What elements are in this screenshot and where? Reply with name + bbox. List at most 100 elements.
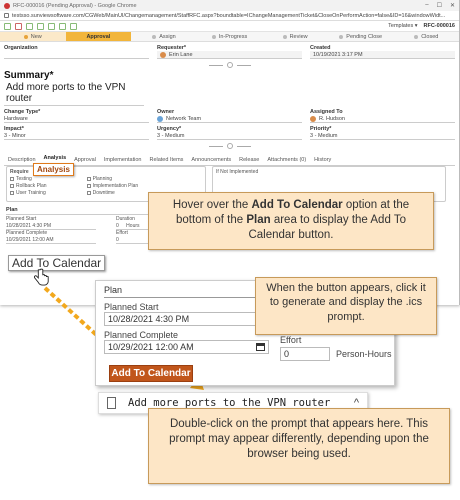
step-pending-close[interactable]: Pending Close (327, 32, 394, 41)
tab-attachments[interactable]: Attachments (0) (267, 157, 306, 165)
owner-select[interactable]: Network Team (157, 115, 302, 123)
browser-window: RFC-000016 (Pending Approval) - Google C… (0, 0, 460, 305)
step-dot-icon (282, 34, 287, 39)
team-icon (157, 115, 163, 122)
instruction-callout-prompt: Double-click on the prompt that appears … (148, 408, 450, 484)
calendar-icon[interactable] (256, 343, 265, 351)
zoom-effort-unit: Person-Hours (336, 349, 392, 359)
print-icon[interactable] (37, 22, 44, 30)
planned-start-input[interactable]: 10/28/2021 4:30 PM (6, 222, 96, 230)
title-bar: RFC-000016 (Pending Approval) - Google C… (0, 0, 459, 11)
close-icon[interactable]: ✕ (450, 2, 455, 9)
checkbox-training[interactable]: User Training (10, 190, 47, 196)
step-dot-icon (211, 34, 216, 39)
section-separator[interactable] (4, 143, 455, 149)
summary-input[interactable]: Add more ports to the VPN router (4, 81, 144, 106)
maximize-icon[interactable]: ☐ (437, 2, 442, 9)
email-icon[interactable] (48, 22, 55, 30)
not-implemented-label: If Not Implemented (216, 169, 259, 175)
impact-select[interactable]: 3 - Minor (4, 132, 149, 140)
summary-label: Summary* (4, 70, 54, 81)
step-approval[interactable]: Approval (65, 32, 132, 41)
tab-announcements[interactable]: Announcements (191, 157, 231, 165)
add-to-calendar-link[interactable]: Add To Calendar (8, 255, 106, 271)
change-type-select[interactable]: Hardware (4, 115, 149, 123)
organization-field[interactable] (4, 51, 149, 59)
planned-complete-input[interactable]: 10/29/2021 12:00 AM (6, 236, 96, 244)
window-controls: – ☐ ✕ (425, 2, 455, 9)
app-icon (4, 2, 10, 9)
tab-implementation[interactable]: Implementation (104, 157, 142, 165)
step-dot-icon (339, 34, 344, 39)
rfc-form: Organization Requester* Erin Lane Created… (0, 42, 459, 166)
user-icon (160, 51, 166, 58)
effort-value: 0 (116, 236, 119, 243)
assigned-value: R. Hudson (319, 115, 345, 122)
duration-unit: Hours (126, 222, 140, 229)
templates-menu[interactable]: Templates ▾ (388, 23, 417, 29)
tab-approval[interactable]: Approval (74, 157, 96, 165)
owner-value: Network Team (166, 115, 202, 122)
created-value: 10/19/2021 3:17 PM (313, 51, 363, 58)
analysis-highlight: Analysis (33, 163, 74, 176)
zoom-effort-input[interactable]: 0 (280, 347, 330, 361)
step-label: Pending Close (346, 33, 383, 40)
zoom-complete-input[interactable]: 10/29/2021 12:00 AM (104, 340, 269, 354)
step-label: Closed (421, 33, 439, 40)
tab-description[interactable]: Description (8, 157, 36, 165)
urgency-select[interactable]: 3 - Medium (157, 132, 302, 140)
tab-related-items[interactable]: Related Items (149, 157, 183, 165)
step-in-progress[interactable]: In-Progress (196, 32, 263, 41)
step-closed[interactable]: Closed (393, 32, 459, 41)
change-type-value: Hardware (4, 115, 28, 122)
document-icon (107, 397, 116, 409)
checkbox-rollback[interactable]: Rollback Plan (10, 183, 47, 189)
minimize-icon[interactable]: – (425, 2, 428, 9)
tab-release[interactable]: Release (239, 157, 259, 165)
collapse-icon (226, 62, 233, 68)
url-text[interactable]: testsso.sunviewsoftware.com/CGWeb/MainUI… (12, 13, 455, 19)
add-to-calendar-button[interactable]: Add To Calendar (109, 365, 193, 382)
planned-complete-value: 10/29/2021 12:00 AM (6, 236, 54, 243)
priority-value: 3 - Medium (310, 132, 338, 139)
tab-history[interactable]: History (314, 157, 331, 165)
instruction-callout-click: When the button appears, click it to gen… (255, 277, 437, 335)
step-dot-icon (152, 34, 157, 39)
record-toolbar: Templates ▾ RFC-000016 (0, 21, 459, 32)
zoom-effort-label: Effort (280, 335, 302, 345)
duration-value: 0 (116, 222, 119, 229)
collapse-icon (226, 143, 233, 149)
pointer-hand-icon (34, 268, 49, 286)
delete-icon[interactable] (15, 22, 22, 30)
refresh-icon[interactable] (26, 22, 33, 30)
link-icon[interactable] (59, 22, 66, 30)
priority-select[interactable]: 3 - Medium (310, 132, 455, 140)
rfc-id: RFC-000016 (423, 23, 456, 29)
step-review[interactable]: Review (262, 32, 328, 41)
checkbox-impl-plan[interactable]: Implementation Plan (86, 183, 138, 189)
step-assign[interactable]: Assign (131, 32, 197, 41)
window-title: RFC-000016 (Pending Approval) - Google C… (13, 2, 137, 9)
checkbox-planning[interactable]: Planning (86, 176, 139, 182)
urgency-value: 3 - Medium (157, 132, 185, 139)
requester-field[interactable]: Erin Lane (157, 51, 302, 59)
assigned-select[interactable]: R. Hudson (310, 115, 455, 123)
search-icon[interactable] (70, 22, 77, 30)
created-field: 10/19/2021 3:17 PM (310, 51, 455, 59)
address-bar[interactable]: testsso.sunviewsoftware.com/CGWeb/MainUI… (0, 11, 459, 21)
zoom-start-input[interactable]: 10/28/2021 4:30 PM (104, 312, 269, 326)
zoom-complete-value: 10/29/2021 12:00 AM (108, 342, 194, 352)
checkbox-testing[interactable]: Testing (10, 176, 47, 182)
checkbox-downtime[interactable]: Downtime (86, 190, 139, 196)
lock-icon (4, 13, 9, 18)
step-dot-icon (23, 34, 28, 39)
workflow-steps: New Approval Assign In-Progress Review P… (0, 32, 459, 42)
step-label: Approval (86, 33, 111, 40)
section-separator[interactable] (4, 62, 455, 68)
save-icon[interactable] (4, 22, 11, 30)
step-label: New (30, 33, 42, 40)
user-icon (310, 115, 316, 122)
step-new[interactable]: New (0, 32, 66, 41)
planned-start-value: 10/28/2021 4:30 PM (6, 222, 52, 229)
zoom-start-value: 10/28/2021 4:30 PM (108, 314, 190, 324)
